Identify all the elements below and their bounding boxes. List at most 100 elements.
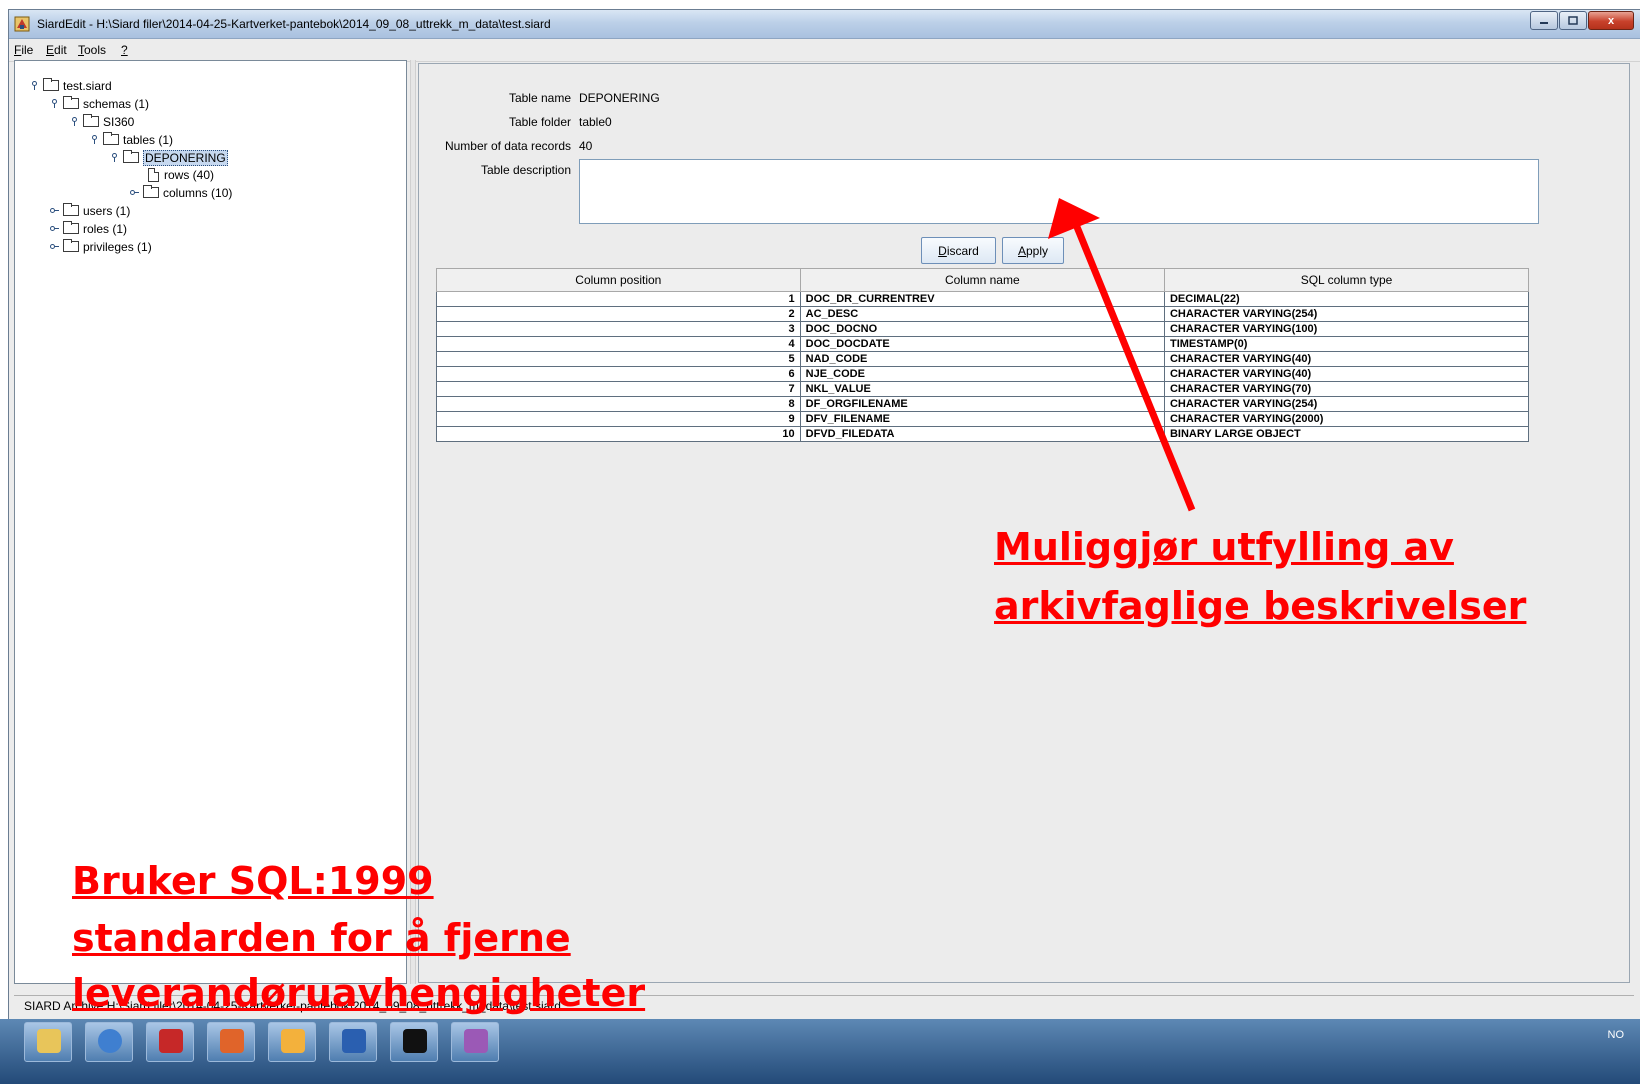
word-icon xyxy=(342,1029,366,1053)
table-row[interactable]: 10 DFVD_FILEDATA BINARY LARGE OBJECT xyxy=(436,426,1530,442)
table-description-field[interactable] xyxy=(579,159,1539,224)
cell-position[interactable]: 7 xyxy=(436,381,801,397)
annotation-left-line3: leverandøruavhengigheter xyxy=(72,971,646,1015)
discard-button[interactable]: Discard xyxy=(921,237,996,264)
maximize-button[interactable] xyxy=(1559,11,1587,30)
minimize-button[interactable] xyxy=(1530,11,1558,30)
menu-edit[interactable]: Edit xyxy=(46,43,67,57)
taskbar-browser[interactable] xyxy=(85,1022,133,1062)
cell-sql-type[interactable]: BINARY LARGE OBJECT xyxy=(1163,426,1530,442)
cell-position[interactable]: 8 xyxy=(436,396,801,412)
maximize-icon xyxy=(1568,15,1578,25)
collapsed-icon[interactable] xyxy=(50,224,59,233)
table-row[interactable]: 5 NAD_CODE CHARACTER VARYING(40) xyxy=(436,351,1530,367)
cell-sql-type[interactable]: DECIMAL(22) xyxy=(1163,291,1530,307)
tree-node-schemas[interactable]: schemas (1) xyxy=(50,95,149,112)
menu-file[interactable]: File xyxy=(14,43,33,57)
cell-position[interactable]: 3 xyxy=(436,321,801,337)
table-row[interactable]: 2 AC_DESC CHARACTER VARYING(254) xyxy=(436,306,1530,322)
cell-sql-type[interactable]: CHARACTER VARYING(2000) xyxy=(1163,411,1530,427)
taskbar-explorer[interactable] xyxy=(24,1022,72,1062)
tree-node-roles[interactable]: roles (1) xyxy=(50,220,127,237)
cell-column-name[interactable]: DOC_DOCDATE xyxy=(799,336,1165,352)
annotation-right-line1: Muliggjør utfylling av xyxy=(994,525,1454,569)
selected-node-label: DEPONERING xyxy=(143,149,228,166)
table-row[interactable]: 8 DF_ORGFILENAME CHARACTER VARYING(254) xyxy=(436,396,1530,412)
table-row[interactable]: 6 NJE_CODE CHARACTER VARYING(40) xyxy=(436,366,1530,382)
taskbar-outlook[interactable] xyxy=(268,1022,316,1062)
records-value: 40 xyxy=(579,139,593,153)
cell-column-name[interactable]: DF_ORGFILENAME xyxy=(799,396,1165,412)
header-sql-type[interactable]: SQL column type xyxy=(1163,268,1530,292)
menu-tools[interactable]: Tools xyxy=(78,43,106,57)
explorer-icon xyxy=(37,1029,61,1053)
cell-sql-type[interactable]: TIMESTAMP(0) xyxy=(1163,336,1530,352)
cell-sql-type[interactable]: CHARACTER VARYING(254) xyxy=(1163,306,1530,322)
tree-node-schema-si360[interactable]: SI360 xyxy=(70,113,134,130)
annotation-right-line2: arkivfaglige beskrivelser xyxy=(994,584,1527,628)
navigation-tree[interactable]: test.siard schemas (1) SI360 tables (1) … xyxy=(14,60,407,984)
tray-language[interactable]: NO xyxy=(1608,1029,1625,1041)
tree-node-tables[interactable]: tables (1) xyxy=(90,131,173,148)
cell-column-name[interactable]: NKL_VALUE xyxy=(799,381,1165,397)
close-button[interactable]: x xyxy=(1588,11,1634,30)
expanded-icon[interactable] xyxy=(30,81,39,90)
expanded-icon[interactable] xyxy=(90,135,99,144)
close-icon: x xyxy=(1607,14,1615,27)
cell-sql-type[interactable]: CHARACTER VARYING(100) xyxy=(1163,321,1530,337)
cell-column-name[interactable]: DFV_FILENAME xyxy=(799,411,1165,427)
header-column-position[interactable]: Column position xyxy=(436,268,801,292)
taskbar-siardedit[interactable] xyxy=(451,1022,499,1062)
table-row[interactable]: 9 DFV_FILENAME CHARACTER VARYING(2000) xyxy=(436,411,1530,427)
cell-position[interactable]: 5 xyxy=(436,351,801,367)
cell-sql-type[interactable]: CHARACTER VARYING(40) xyxy=(1163,366,1530,382)
title-bar[interactable]: SiardEdit - H:\Siard filer\2014-04-25-Ka… xyxy=(9,10,1640,39)
table-row[interactable]: 3 DOC_DOCNO CHARACTER VARYING(100) xyxy=(436,321,1530,337)
cell-position[interactable]: 6 xyxy=(436,366,801,382)
table-row[interactable]: 1 DOC_DR_CURRENTREV DECIMAL(22) xyxy=(436,291,1530,307)
cell-sql-type[interactable]: CHARACTER VARYING(254) xyxy=(1163,396,1530,412)
cell-sql-type[interactable]: CHARACTER VARYING(40) xyxy=(1163,351,1530,367)
cell-position[interactable]: 10 xyxy=(436,426,801,442)
table-folder-value: table0 xyxy=(579,115,612,129)
table-row[interactable]: 7 NKL_VALUE CHARACTER VARYING(70) xyxy=(436,381,1530,397)
menu-help[interactable]: ? xyxy=(121,43,128,57)
taskbar-acrobat[interactable] xyxy=(146,1022,194,1062)
taskbar-word[interactable] xyxy=(329,1022,377,1062)
siardedit-icon xyxy=(464,1029,488,1053)
collapsed-icon[interactable] xyxy=(50,242,59,251)
cell-position[interactable]: 4 xyxy=(436,336,801,352)
tree-node-rows[interactable]: rows (40) xyxy=(148,166,214,183)
tree-node-table-deponering[interactable]: DEPONERING xyxy=(110,149,228,166)
cell-sql-type[interactable]: CHARACTER VARYING(70) xyxy=(1163,381,1530,397)
header-column-name[interactable]: Column name xyxy=(799,268,1165,292)
tree-node-columns[interactable]: columns (10) xyxy=(130,184,232,201)
folder-icon xyxy=(43,78,59,91)
expanded-icon[interactable] xyxy=(70,117,79,126)
minimize-icon xyxy=(1540,21,1548,24)
expanded-icon[interactable] xyxy=(110,153,119,162)
cell-position[interactable]: 1 xyxy=(436,291,801,307)
table-row[interactable]: 4 DOC_DOCDATE TIMESTAMP(0) xyxy=(436,336,1530,352)
collapsed-icon[interactable] xyxy=(50,206,59,215)
cell-column-name[interactable]: DFVD_FILEDATA xyxy=(799,426,1165,442)
cell-column-name[interactable]: AC_DESC xyxy=(799,306,1165,322)
cell-position[interactable]: 2 xyxy=(436,306,801,322)
cell-column-name[interactable]: NJE_CODE xyxy=(799,366,1165,382)
expanded-icon[interactable] xyxy=(50,99,59,108)
browser-icon xyxy=(98,1029,122,1053)
app-icon xyxy=(14,16,30,32)
cell-position[interactable]: 9 xyxy=(436,411,801,427)
taskbar-terminal[interactable] xyxy=(390,1022,438,1062)
cell-column-name[interactable]: DOC_DOCNO xyxy=(799,321,1165,337)
tree-node-users[interactable]: users (1) xyxy=(50,202,130,219)
taskbar-powerpoint[interactable] xyxy=(207,1022,255,1062)
tree-node-archive[interactable]: test.siard xyxy=(30,77,112,94)
cell-column-name[interactable]: NAD_CODE xyxy=(799,351,1165,367)
apply-button[interactable]: Apply xyxy=(1002,237,1064,264)
folder-icon xyxy=(63,96,79,109)
split-pane-divider[interactable] xyxy=(410,60,416,984)
collapsed-icon[interactable] xyxy=(130,188,139,197)
cell-column-name[interactable]: DOC_DR_CURRENTREV xyxy=(799,291,1165,307)
tree-node-privileges[interactable]: privileges (1) xyxy=(50,238,152,255)
